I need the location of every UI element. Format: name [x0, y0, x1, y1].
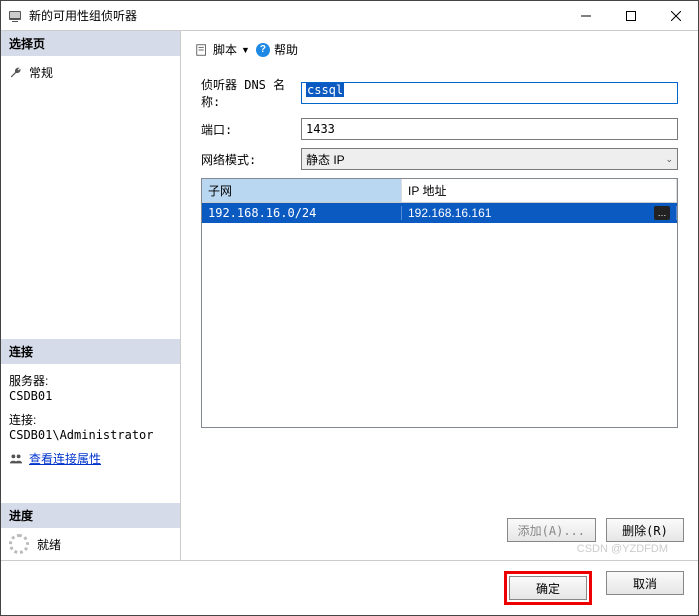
network-table: 子网 IP 地址 192.168.16.0/24192.168.16.161…: [201, 178, 678, 428]
connection-value: CSDB01\Administrator: [9, 428, 172, 442]
netmode-label: 网络模式:: [201, 151, 301, 168]
window-title: 新的可用性组侦听器: [29, 7, 563, 24]
view-connection-properties-link[interactable]: 查看连接属性: [9, 450, 172, 467]
maximize-button[interactable]: [608, 1, 653, 30]
footer: 确定 取消: [1, 560, 698, 615]
port-input[interactable]: [301, 118, 678, 140]
people-icon: [9, 452, 23, 466]
help-button[interactable]: ? 帮助: [256, 41, 298, 58]
wrench-icon: [9, 66, 23, 80]
netmode-value: 静态 IP: [306, 151, 345, 168]
cancel-button[interactable]: 取消: [606, 571, 684, 595]
progress-spinner-icon: [9, 534, 29, 554]
left-panel: 选择页 常规 连接 服务器: CSDB01 连接: CSDB01\Adminis…: [1, 31, 181, 560]
connection-label: 连接:: [9, 411, 172, 428]
dns-name-input[interactable]: cssql: [301, 82, 678, 104]
close-button[interactable]: [653, 1, 698, 30]
chevron-down-icon: ⌄: [665, 154, 673, 165]
connection-header: 连接: [1, 339, 180, 364]
progress-status: 就绪: [37, 536, 61, 553]
ok-button[interactable]: 确定: [509, 576, 587, 600]
col-ip[interactable]: IP 地址: [402, 179, 677, 202]
title-bar: 新的可用性组侦听器: [1, 1, 698, 31]
col-subnet[interactable]: 子网: [202, 179, 402, 202]
progress-header: 进度: [1, 503, 180, 528]
select-page-header: 选择页: [1, 31, 180, 56]
netmode-select[interactable]: 静态 IP ⌄: [301, 148, 678, 170]
dns-name-label: 侦听器 DNS 名称:: [201, 76, 301, 110]
table-row[interactable]: 192.168.16.0/24192.168.16.161…: [202, 203, 677, 223]
cell-subnet: 192.168.16.0/24: [202, 206, 402, 220]
nav-general-label: 常规: [29, 64, 53, 81]
add-button[interactable]: 添加(A)...: [507, 518, 596, 542]
minimize-button[interactable]: [563, 1, 608, 30]
right-panel: 脚本 ▼ ? 帮助 侦听器 DNS 名称: cssql 端口:: [181, 31, 698, 560]
server-value: CSDB01: [9, 389, 172, 403]
ok-highlight: 确定: [504, 571, 592, 605]
script-icon: [195, 43, 209, 57]
edit-icon[interactable]: …: [654, 206, 670, 220]
app-icon: [7, 8, 23, 24]
cell-ip: 192.168.16.161…: [402, 206, 677, 220]
help-label: 帮助: [274, 41, 298, 58]
nav-general[interactable]: 常规: [9, 62, 172, 83]
chevron-down-icon: ▼: [241, 45, 250, 55]
remove-button[interactable]: 删除(R): [606, 518, 684, 542]
help-icon: ?: [256, 43, 270, 57]
script-label: 脚本: [213, 41, 237, 58]
server-label: 服务器:: [9, 372, 172, 389]
script-button[interactable]: 脚本 ▼: [195, 41, 250, 58]
toolbar: 脚本 ▼ ? 帮助: [195, 41, 684, 58]
view-props-label: 查看连接属性: [29, 450, 101, 467]
port-label: 端口:: [201, 121, 301, 138]
